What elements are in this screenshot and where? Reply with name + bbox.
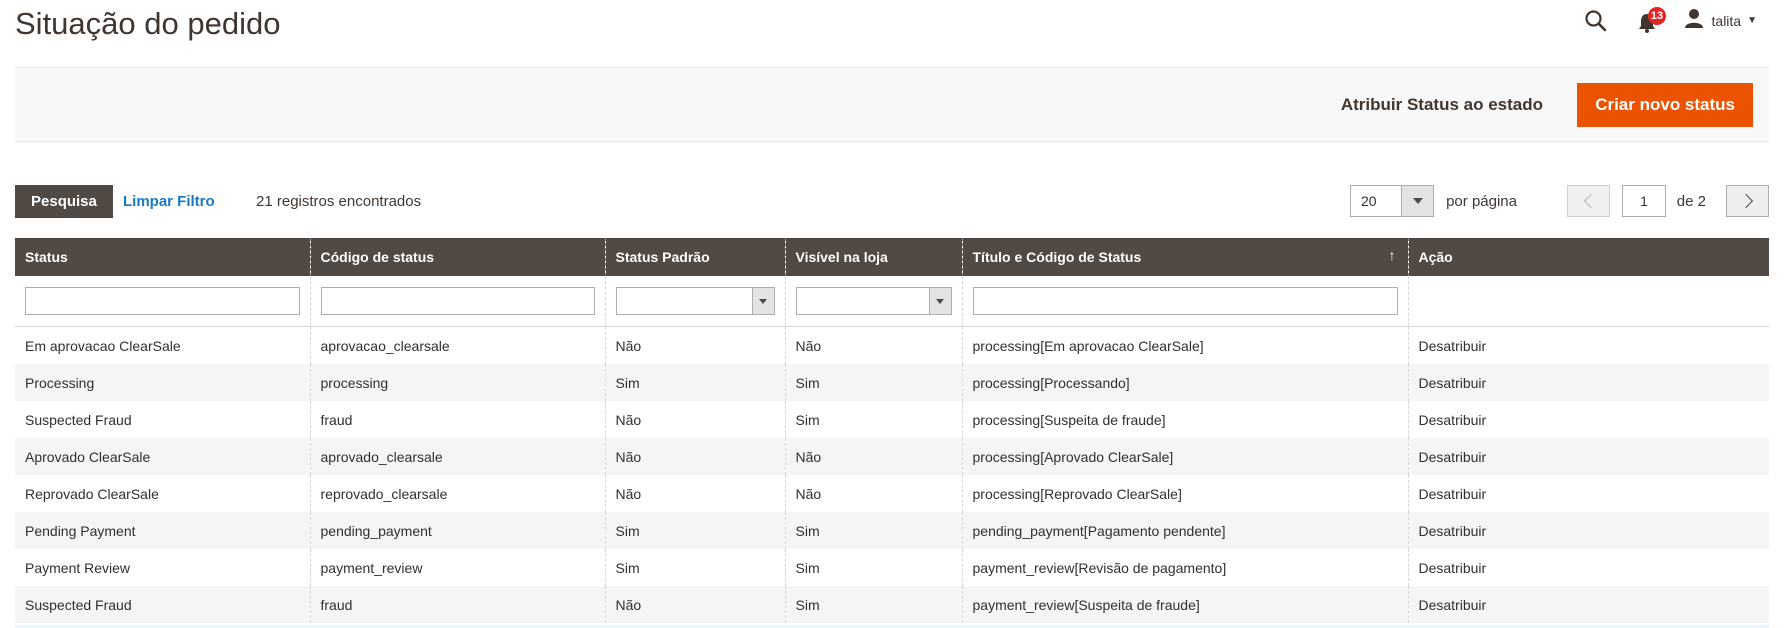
total-pages: de 2 (1676, 193, 1706, 210)
cell-default: Não (604, 586, 785, 623)
filter-status-code-input[interactable] (320, 287, 595, 315)
unassign-link[interactable]: Desatribuir (1407, 438, 1769, 475)
unassign-link[interactable]: Desatribuir (1407, 326, 1769, 364)
table-row[interactable]: Reprovado ClearSale reprovado_clearsale Nã… (15, 475, 1769, 512)
cell-visible: Sim (784, 549, 962, 586)
chevron-down-icon (928, 288, 951, 314)
grid-toolbar: Pesquisa Limpar Filtro 21 registros enco… (15, 185, 1769, 219)
cell-title: processing[Reprovado ClearSale] (961, 475, 1408, 512)
sort-ascending-icon: ↑ (1388, 247, 1396, 263)
cell-status: Payment Review (15, 549, 310, 586)
cell-title: processing[Em aprovacao ClearSale] (961, 326, 1408, 364)
cell-code: processing (309, 364, 605, 401)
cell-default: Não (604, 401, 785, 438)
column-header-title-and-code-label: Título e Código de Status (972, 249, 1142, 265)
table-row[interactable]: Em aprovacao ClearSale aprovacao_clearsal… (15, 326, 1769, 364)
cell-visible: Não (784, 475, 962, 512)
column-header-action: Ação (1407, 238, 1769, 276)
unassign-link[interactable]: Desatribuir (1407, 549, 1769, 586)
pager: 20 por página de 2 (1349, 185, 1769, 218)
cell-code: aprovacao_clearsale (309, 326, 605, 364)
cell-code: fraud (309, 586, 605, 623)
cell-status: Suspected Fraud (15, 586, 310, 623)
unassign-link[interactable]: Desatribuir (1407, 364, 1769, 401)
chevron-right-icon (1738, 193, 1754, 209)
table-row[interactable]: Pending Payment pending_payment Sim Sim pend… (15, 512, 1769, 549)
create-status-button[interactable]: Criar novo status (1577, 83, 1753, 127)
search-button[interactable]: Pesquisa (15, 185, 113, 218)
filter-status-input[interactable] (25, 287, 300, 315)
cell-code: aprovado_clearsale (309, 438, 605, 475)
cell-default: Não (604, 438, 785, 475)
table-row[interactable]: Processing processing Sim Sim processing[Pro… (15, 364, 1769, 401)
cell-visible: Sim (784, 512, 962, 549)
cell-title: payment_review[Revisão de pagamento] (961, 549, 1408, 586)
cell-status: Pending Payment (15, 512, 310, 549)
cell-code: fraud (309, 401, 605, 438)
chevron-down-icon (751, 288, 774, 314)
filters-row (15, 276, 1769, 327)
cell-visible: Sim (784, 364, 962, 401)
cell-title: processing[Aprovado ClearSale] (961, 438, 1408, 475)
cell-code: pending_payment (309, 512, 605, 549)
current-page-input[interactable] (1622, 185, 1666, 217)
cell-title: processing[Suspeita de fraude] (961, 401, 1408, 438)
previous-page-button[interactable] (1567, 185, 1610, 217)
page-actions-bar: Atribuir Status ao estado Criar novo sta… (15, 67, 1769, 142)
cell-title: payment_review[Suspeita de fraude] (961, 586, 1408, 623)
cell-title: processing[Processando] (961, 364, 1408, 401)
table-row[interactable]: Payment Review payment_review Sim Sim paymen… (15, 549, 1769, 586)
cell-default: Sim (604, 364, 785, 401)
search-icon[interactable] (1584, 9, 1608, 33)
table-row[interactable]: Suspected Fraud fraud Não Sim payment_review… (15, 586, 1769, 623)
cell-default: Não (604, 475, 785, 512)
filter-visible-on-storefront-select[interactable] (795, 287, 952, 315)
column-header-default-status[interactable]: Status Padrão (604, 238, 785, 276)
table-row[interactable]: Aprovado ClearSale aprovado_clearsale Não N… (15, 438, 1769, 475)
column-header-status-code[interactable]: Código de status (309, 238, 605, 276)
per-page-label: por página (1446, 193, 1517, 210)
unassign-link[interactable]: Desatribuir (1407, 586, 1769, 623)
caret-down-icon: ▼ (1747, 15, 1757, 26)
cell-status: Suspected Fraud (15, 401, 310, 438)
cell-status: Aprovado ClearSale (15, 438, 310, 475)
cell-visible: Não (784, 438, 962, 475)
unassign-link[interactable]: Desatribuir (1407, 475, 1769, 512)
user-icon (1684, 8, 1704, 33)
cell-default: Sim (604, 549, 785, 586)
unassign-link[interactable]: Desatribuir (1407, 401, 1769, 438)
assign-status-button[interactable]: Atribuir Status ao estado (1333, 83, 1551, 127)
user-name: talita (1711, 12, 1742, 29)
notifications-bell-icon[interactable]: 13 (1637, 7, 1666, 34)
column-header-visible-on-storefront[interactable]: Visível na loja (784, 238, 962, 276)
cell-code: reprovado_clearsale (309, 475, 605, 512)
chevron-left-icon (1583, 193, 1599, 209)
order-status-grid: Status Código de status Status Padrão Vi… (15, 238, 1769, 623)
cell-status: Processing (15, 364, 310, 401)
reset-filter-link[interactable]: Limpar Filtro (123, 193, 215, 210)
page-title: Situação do pedido (15, 6, 281, 41)
user-account-menu[interactable]: talita ▼ (1684, 8, 1757, 33)
cell-title: pending_payment[Pagamento pendente] (961, 512, 1408, 549)
cell-code: payment_review (309, 549, 605, 586)
per-page-select[interactable]: 20 (1350, 185, 1434, 217)
cell-visible: Não (784, 326, 962, 364)
table-row[interactable]: Suspected Fraud fraud Não Sim processing[Sus… (15, 401, 1769, 438)
notifications-count-badge: 13 (1648, 7, 1666, 25)
per-page-value: 20 (1361, 193, 1377, 209)
cell-visible: Sim (784, 586, 962, 623)
filter-title-and-code-input[interactable] (972, 287, 1398, 315)
cell-default: Sim (604, 512, 785, 549)
filter-default-status-select[interactable] (615, 287, 775, 315)
records-count: 21 registros encontrados (256, 193, 422, 210)
column-header-status[interactable]: Status (15, 238, 310, 276)
cell-status: Reprovado ClearSale (15, 475, 310, 512)
unassign-link[interactable]: Desatribuir (1407, 512, 1769, 549)
column-header-title-and-code[interactable]: Título e Código de Status ↑ (961, 238, 1408, 276)
next-page-button[interactable] (1726, 185, 1769, 217)
cell-default: Não (604, 326, 785, 364)
chevron-down-icon[interactable] (1401, 186, 1433, 216)
cell-visible: Sim (784, 401, 962, 438)
cell-status: Em aprovacao ClearSale (15, 326, 310, 364)
